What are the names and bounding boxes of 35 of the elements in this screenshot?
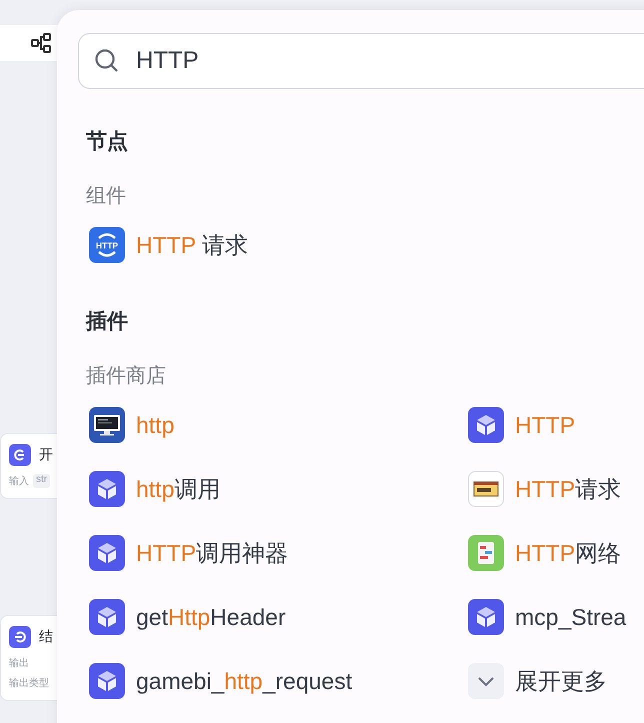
section-title: 插件 [86,309,129,335]
group-title: 插件商店 [86,364,167,389]
http-globe-icon: HTTP [89,227,125,263]
result-item[interactable]: getHttpHeader [136,604,286,630]
chevron-down-icon [468,663,504,699]
show-more-link[interactable]: 展开更多 [515,666,607,696]
start-node-icon [9,444,31,466]
monitor-icon [89,407,125,443]
result-item[interactable]: http调用 [136,474,220,504]
cube-icon [89,663,125,699]
node-title: 结 [39,628,53,646]
result-item[interactable]: HTTP调用神器 [136,538,288,568]
node-field-value: str [33,474,50,488]
node-field-label: 输出 [9,656,29,670]
end-node-icon [9,626,31,648]
result-item[interactable]: HTTP 请求 [136,230,248,260]
group-title: 组件 [86,184,127,209]
search-field[interactable]: HTTP [78,33,644,89]
workflow-icon[interactable] [30,32,52,54]
cube-icon [89,471,125,507]
cube-icon [89,535,125,571]
result-item[interactable]: HTTP网络 [515,538,622,568]
node-field-label: 输入 [9,474,29,488]
node-field-label: 输出类型 [9,676,49,690]
cube-icon [89,599,125,635]
cube-icon [468,407,504,443]
app-sticker-icon [468,535,504,571]
search-icon [94,48,120,74]
result-item[interactable]: gamebi_http_request [136,668,352,694]
cube-icon [468,599,504,635]
result-item[interactable]: mcp_Strea [515,604,626,630]
node-title: 开 [39,446,53,464]
result-item[interactable]: HTTP请求 [515,474,622,504]
browser-window-icon [468,471,504,507]
section-title: 节点 [86,129,129,155]
